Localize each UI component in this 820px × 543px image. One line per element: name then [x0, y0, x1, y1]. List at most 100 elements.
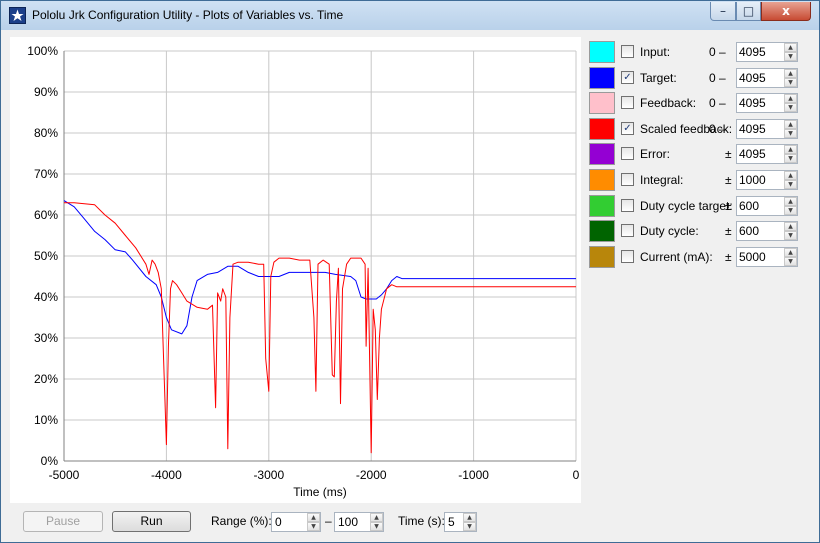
- title-bar[interactable]: Pololu Jrk Configuration Utility - Plots…: [1, 1, 819, 30]
- color-swatch[interactable]: [589, 143, 615, 166]
- range-prefix: ±: [725, 249, 732, 264]
- range-max-spinner[interactable]: ▲ ▼: [370, 513, 383, 531]
- scale-field[interactable]: 5000 ▲ ▼: [736, 246, 798, 267]
- color-swatch[interactable]: [589, 245, 615, 268]
- y-tick-label: 100%: [27, 44, 58, 58]
- scale-spinner[interactable]: ▲ ▼: [784, 171, 797, 189]
- y-tick-label: 50%: [34, 249, 58, 263]
- legend-row: ✓ Target: 0 –4095 ▲ ▼: [589, 66, 799, 89]
- spin-down-icon[interactable]: ▼: [784, 52, 797, 61]
- color-swatch[interactable]: [589, 194, 615, 217]
- show-checkbox[interactable]: ✓: [621, 70, 634, 84]
- spin-up-icon[interactable]: ▲: [784, 43, 797, 52]
- show-checkbox[interactable]: [621, 249, 634, 263]
- scale-field[interactable]: 600 ▲ ▼: [736, 221, 798, 242]
- spin-up-icon[interactable]: ▲: [784, 68, 797, 78]
- spin-down-icon[interactable]: ▼: [307, 522, 320, 531]
- y-tick-label: 10%: [34, 413, 58, 427]
- legend-row: ✓ Scaled feedback: 0 –4095 ▲ ▼: [589, 117, 799, 140]
- spin-up-icon[interactable]: ▲: [784, 247, 797, 257]
- close-button[interactable]: x: [761, 2, 811, 21]
- scale-field[interactable]: 4095 ▲ ▼: [736, 93, 798, 114]
- window-title: Pololu Jrk Configuration Utility - Plots…: [32, 8, 344, 22]
- time-label: Time (s):: [398, 514, 445, 528]
- show-checkbox[interactable]: [621, 198, 634, 212]
- series-line-scaled-feedback: [64, 202, 576, 454]
- range-min-field[interactable]: 0 ▲ ▼: [271, 512, 321, 532]
- range-min-spinner[interactable]: ▲ ▼: [307, 513, 320, 531]
- x-tick-label: -1000: [458, 468, 489, 482]
- spin-up-icon[interactable]: ▲: [784, 145, 797, 155]
- scale-spinner[interactable]: ▲ ▼: [784, 68, 797, 87]
- show-checkbox[interactable]: [621, 96, 634, 110]
- show-checkbox[interactable]: [621, 173, 634, 186]
- spin-down-icon[interactable]: ▼: [370, 522, 383, 531]
- color-swatch[interactable]: [589, 169, 615, 191]
- scale-spinner[interactable]: ▲ ▼: [784, 145, 797, 164]
- spin-up-icon[interactable]: ▲: [784, 196, 797, 206]
- show-checkbox[interactable]: [621, 147, 634, 161]
- spin-down-icon[interactable]: ▼: [463, 522, 476, 531]
- legend-row: Error: ±4095 ▲ ▼: [589, 143, 799, 166]
- variable-label: Duty cycle:: [640, 224, 699, 239]
- run-button[interactable]: Run: [112, 511, 191, 532]
- spin-up-icon[interactable]: ▲: [463, 513, 476, 522]
- scale-field[interactable]: 4095 ▲ ▼: [736, 144, 798, 165]
- legend-row: Duty cycle target: ±600 ▲ ▼: [589, 194, 799, 217]
- color-swatch[interactable]: [589, 92, 615, 115]
- show-checkbox[interactable]: ✓: [621, 121, 634, 135]
- scale-field[interactable]: 4095 ▲ ▼: [736, 42, 798, 62]
- color-swatch[interactable]: [589, 220, 615, 243]
- pause-button[interactable]: Pause: [23, 511, 103, 532]
- spin-down-icon[interactable]: ▼: [784, 231, 797, 241]
- x-tick-label: 0: [573, 468, 580, 482]
- range-prefix: 0 –: [709, 96, 726, 111]
- spin-up-icon[interactable]: ▲: [784, 222, 797, 232]
- scale-field[interactable]: 4095 ▲ ▼: [736, 118, 798, 139]
- x-tick-label: -2000: [356, 468, 387, 482]
- range-label: Range (%):: [211, 514, 272, 528]
- show-checkbox[interactable]: [621, 224, 634, 238]
- y-tick-label: 30%: [34, 331, 58, 345]
- y-tick-label: 70%: [34, 167, 58, 181]
- spin-down-icon[interactable]: ▼: [784, 256, 797, 266]
- spin-up-icon[interactable]: ▲: [370, 513, 383, 522]
- spin-down-icon[interactable]: ▼: [784, 128, 797, 138]
- scale-value: 5000: [739, 249, 766, 264]
- minimize-icon: –: [720, 4, 726, 18]
- color-swatch[interactable]: [589, 41, 615, 63]
- color-swatch[interactable]: [589, 117, 615, 140]
- spin-down-icon[interactable]: ▼: [784, 180, 797, 189]
- range-max-field[interactable]: 100 ▲ ▼: [334, 512, 384, 532]
- variables-chart: 0% 10% 20% 30% 40% 50% 60% 70% 80% 90% 100% -5000 -4…: [27, 44, 580, 499]
- spin-down-icon[interactable]: ▼: [784, 103, 797, 113]
- scale-spinner[interactable]: ▲ ▼: [784, 247, 797, 266]
- color-swatch[interactable]: [589, 66, 615, 89]
- range-prefix: ±: [725, 198, 732, 213]
- scale-field[interactable]: 600 ▲ ▼: [736, 195, 798, 216]
- spin-down-icon[interactable]: ▼: [784, 205, 797, 215]
- time-field[interactable]: 5 ▲ ▼: [444, 512, 477, 532]
- scale-spinner[interactable]: ▲ ▼: [784, 94, 797, 113]
- spin-down-icon[interactable]: ▼: [784, 154, 797, 164]
- show-checkbox[interactable]: [621, 45, 634, 58]
- scale-spinner[interactable]: ▲ ▼: [784, 43, 797, 61]
- series-line-target: [63, 200, 576, 335]
- scale-spinner[interactable]: ▲ ▼: [784, 222, 797, 241]
- scale-field[interactable]: 1000 ▲ ▼: [736, 170, 798, 190]
- x-tick-label: -5000: [49, 468, 80, 482]
- spin-down-icon[interactable]: ▼: [784, 77, 797, 87]
- time-spinner[interactable]: ▲ ▼: [463, 513, 476, 531]
- scale-spinner[interactable]: ▲ ▼: [784, 119, 797, 138]
- range-prefix: ±: [725, 224, 732, 239]
- spin-up-icon[interactable]: ▲: [784, 94, 797, 104]
- minimize-button[interactable]: –: [710, 2, 736, 21]
- legend-row: Feedback: 0 –4095 ▲ ▼: [589, 92, 799, 115]
- spin-up-icon[interactable]: ▲: [307, 513, 320, 522]
- range-max-value: 100: [338, 515, 359, 529]
- scale-spinner[interactable]: ▲ ▼: [784, 196, 797, 215]
- scale-field[interactable]: 4095 ▲ ▼: [736, 67, 798, 88]
- spin-up-icon[interactable]: ▲: [784, 119, 797, 129]
- spin-up-icon[interactable]: ▲: [784, 171, 797, 180]
- maximize-button[interactable]: □: [736, 2, 761, 21]
